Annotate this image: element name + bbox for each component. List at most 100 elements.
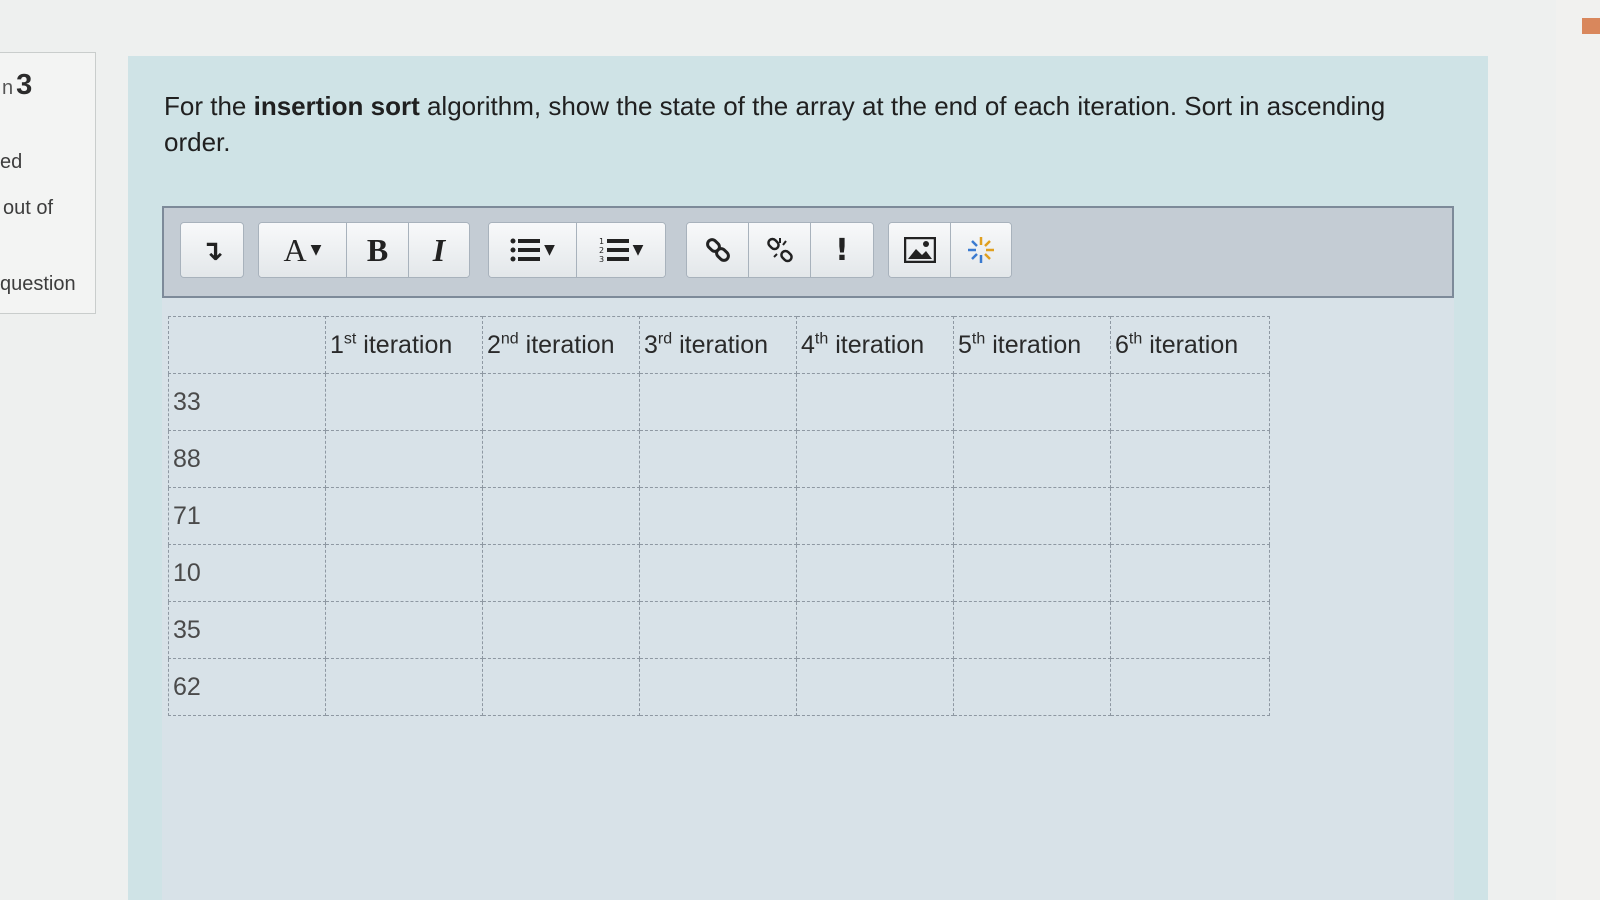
header-number: 6: [1115, 330, 1129, 359]
table-cell[interactable]: [1110, 658, 1270, 716]
header-suffix: st: [343, 330, 357, 348]
table-cell[interactable]: [1110, 373, 1270, 431]
table-row: 88: [168, 430, 1270, 488]
arrow-down-icon: ↴: [200, 233, 224, 267]
media-sparkle-icon: [968, 237, 994, 263]
editor-content-area[interactable]: 1st iteration 2nd iteration 3rd iteratio…: [162, 298, 1454, 900]
unlink-button[interactable]: [749, 223, 811, 277]
svg-text:1: 1: [599, 237, 604, 246]
table-cell[interactable]: [953, 430, 1111, 488]
header-number: 5: [958, 330, 972, 359]
header-suffix: th: [971, 330, 986, 348]
toolbar-group-lists: ▼ 1 2 3 ▼: [488, 222, 666, 278]
table-cell[interactable]: [796, 430, 954, 488]
table-cell[interactable]: [796, 658, 954, 716]
svg-text:2: 2: [599, 246, 604, 255]
unordered-list-icon: [510, 238, 541, 262]
chevron-down-icon: ▼: [310, 242, 322, 258]
chevron-down-icon: ▼: [544, 242, 555, 258]
table-cell[interactable]: [1110, 544, 1270, 602]
table-cell[interactable]: [639, 430, 797, 488]
link-icon: [705, 238, 730, 262]
header-suffix: nd: [500, 330, 519, 348]
image-icon: [903, 237, 936, 263]
table-cell[interactable]: [639, 487, 797, 545]
table-cell[interactable]: [1110, 601, 1270, 659]
table-cell[interactable]: [953, 544, 1111, 602]
table-cell[interactable]: [953, 601, 1111, 659]
table-cell[interactable]: [325, 373, 483, 431]
header-label: iteration: [518, 330, 615, 359]
italic-button[interactable]: I: [409, 223, 469, 277]
initial-value-cell[interactable]: 35: [168, 601, 326, 659]
question-status: ed: [0, 151, 23, 173]
table-cell[interactable]: [1110, 487, 1270, 545]
table-cell[interactable]: [796, 373, 954, 431]
table-header-row: 1st iteration 2nd iteration 3rd iteratio…: [168, 316, 1270, 374]
insert-image-button[interactable]: [889, 223, 951, 277]
expand-toolbar-button[interactable]: ↴: [181, 223, 243, 277]
header-number: 2: [487, 330, 501, 359]
italic-label: I: [432, 231, 446, 268]
toolbar-group-style: A ▼ B I: [258, 222, 470, 278]
table-header-cell[interactable]: 1st iteration: [325, 316, 483, 374]
link-button[interactable]: [687, 223, 749, 277]
chevron-down-icon: ▼: [632, 242, 644, 258]
iteration-table: 1st iteration 2nd iteration 3rd iteratio…: [168, 316, 1270, 716]
window-right-edge: [1556, 0, 1600, 900]
table-cell[interactable]: [325, 544, 483, 602]
table-cell[interactable]: [796, 601, 954, 659]
table-cell[interactable]: [482, 544, 640, 602]
unlink-icon: [766, 237, 793, 263]
table-header-cell[interactable]: 5th iteration: [953, 316, 1111, 374]
table-cell[interactable]: [639, 544, 797, 602]
table-header-cell[interactable]: 3rd iteration: [639, 316, 797, 374]
table-cell[interactable]: [796, 487, 954, 545]
table-cell[interactable]: [325, 658, 483, 716]
toolbar-group-collapse: ↴: [180, 222, 244, 278]
question-number-value: 3: [16, 69, 33, 101]
header-suffix: th: [814, 330, 829, 348]
table-cell[interactable]: [639, 601, 797, 659]
table-cell[interactable]: [482, 658, 640, 716]
header-label: iteration: [985, 330, 1082, 359]
question-text-bold: insertion sort: [253, 91, 420, 121]
table-cell[interactable]: [482, 601, 640, 659]
table-cell[interactable]: [796, 544, 954, 602]
ordered-list-button[interactable]: 1 2 3 ▼: [577, 223, 665, 277]
table-cell[interactable]: [325, 430, 483, 488]
question-text: For the insertion sort algorithm, show t…: [164, 88, 1424, 160]
bold-button[interactable]: B: [347, 223, 409, 277]
initial-value-cell[interactable]: 62: [168, 658, 326, 716]
warning-button[interactable]: !: [811, 223, 873, 277]
table-cell[interactable]: [953, 487, 1111, 545]
initial-value-cell[interactable]: 71: [168, 487, 326, 545]
initial-value-cell[interactable]: 88: [168, 430, 326, 488]
table-cell[interactable]: [953, 373, 1111, 431]
table-cell[interactable]: [482, 430, 640, 488]
table-header-cell[interactable]: 6th iteration: [1110, 316, 1270, 374]
table-cell[interactable]: [953, 658, 1111, 716]
header-suffix: rd: [657, 330, 673, 348]
table-cell[interactable]: [482, 373, 640, 431]
table-row: 62: [168, 658, 1270, 716]
flag-question-link[interactable]: question: [0, 273, 76, 296]
initial-value-cell[interactable]: 33: [168, 373, 326, 431]
unordered-list-button[interactable]: ▼: [489, 223, 577, 277]
table-cell[interactable]: [482, 487, 640, 545]
header-label: iteration: [1142, 330, 1239, 359]
initial-value-cell[interactable]: 10: [168, 544, 326, 602]
table-cell[interactable]: [639, 373, 797, 431]
insert-media-button[interactable]: [951, 223, 1011, 277]
header-label: iteration: [672, 330, 769, 359]
table-header-cell[interactable]: 4th iteration: [796, 316, 954, 374]
table-cell[interactable]: [1110, 430, 1270, 488]
table-header-cell[interactable]: [168, 316, 326, 374]
table-header-cell[interactable]: 2nd iteration: [482, 316, 640, 374]
text-format-button[interactable]: A ▼: [259, 223, 347, 277]
question-marks: out of: [3, 197, 54, 219]
table-cell[interactable]: [639, 658, 797, 716]
header-number: 4: [801, 330, 815, 359]
table-cell[interactable]: [325, 601, 483, 659]
table-cell[interactable]: [325, 487, 483, 545]
